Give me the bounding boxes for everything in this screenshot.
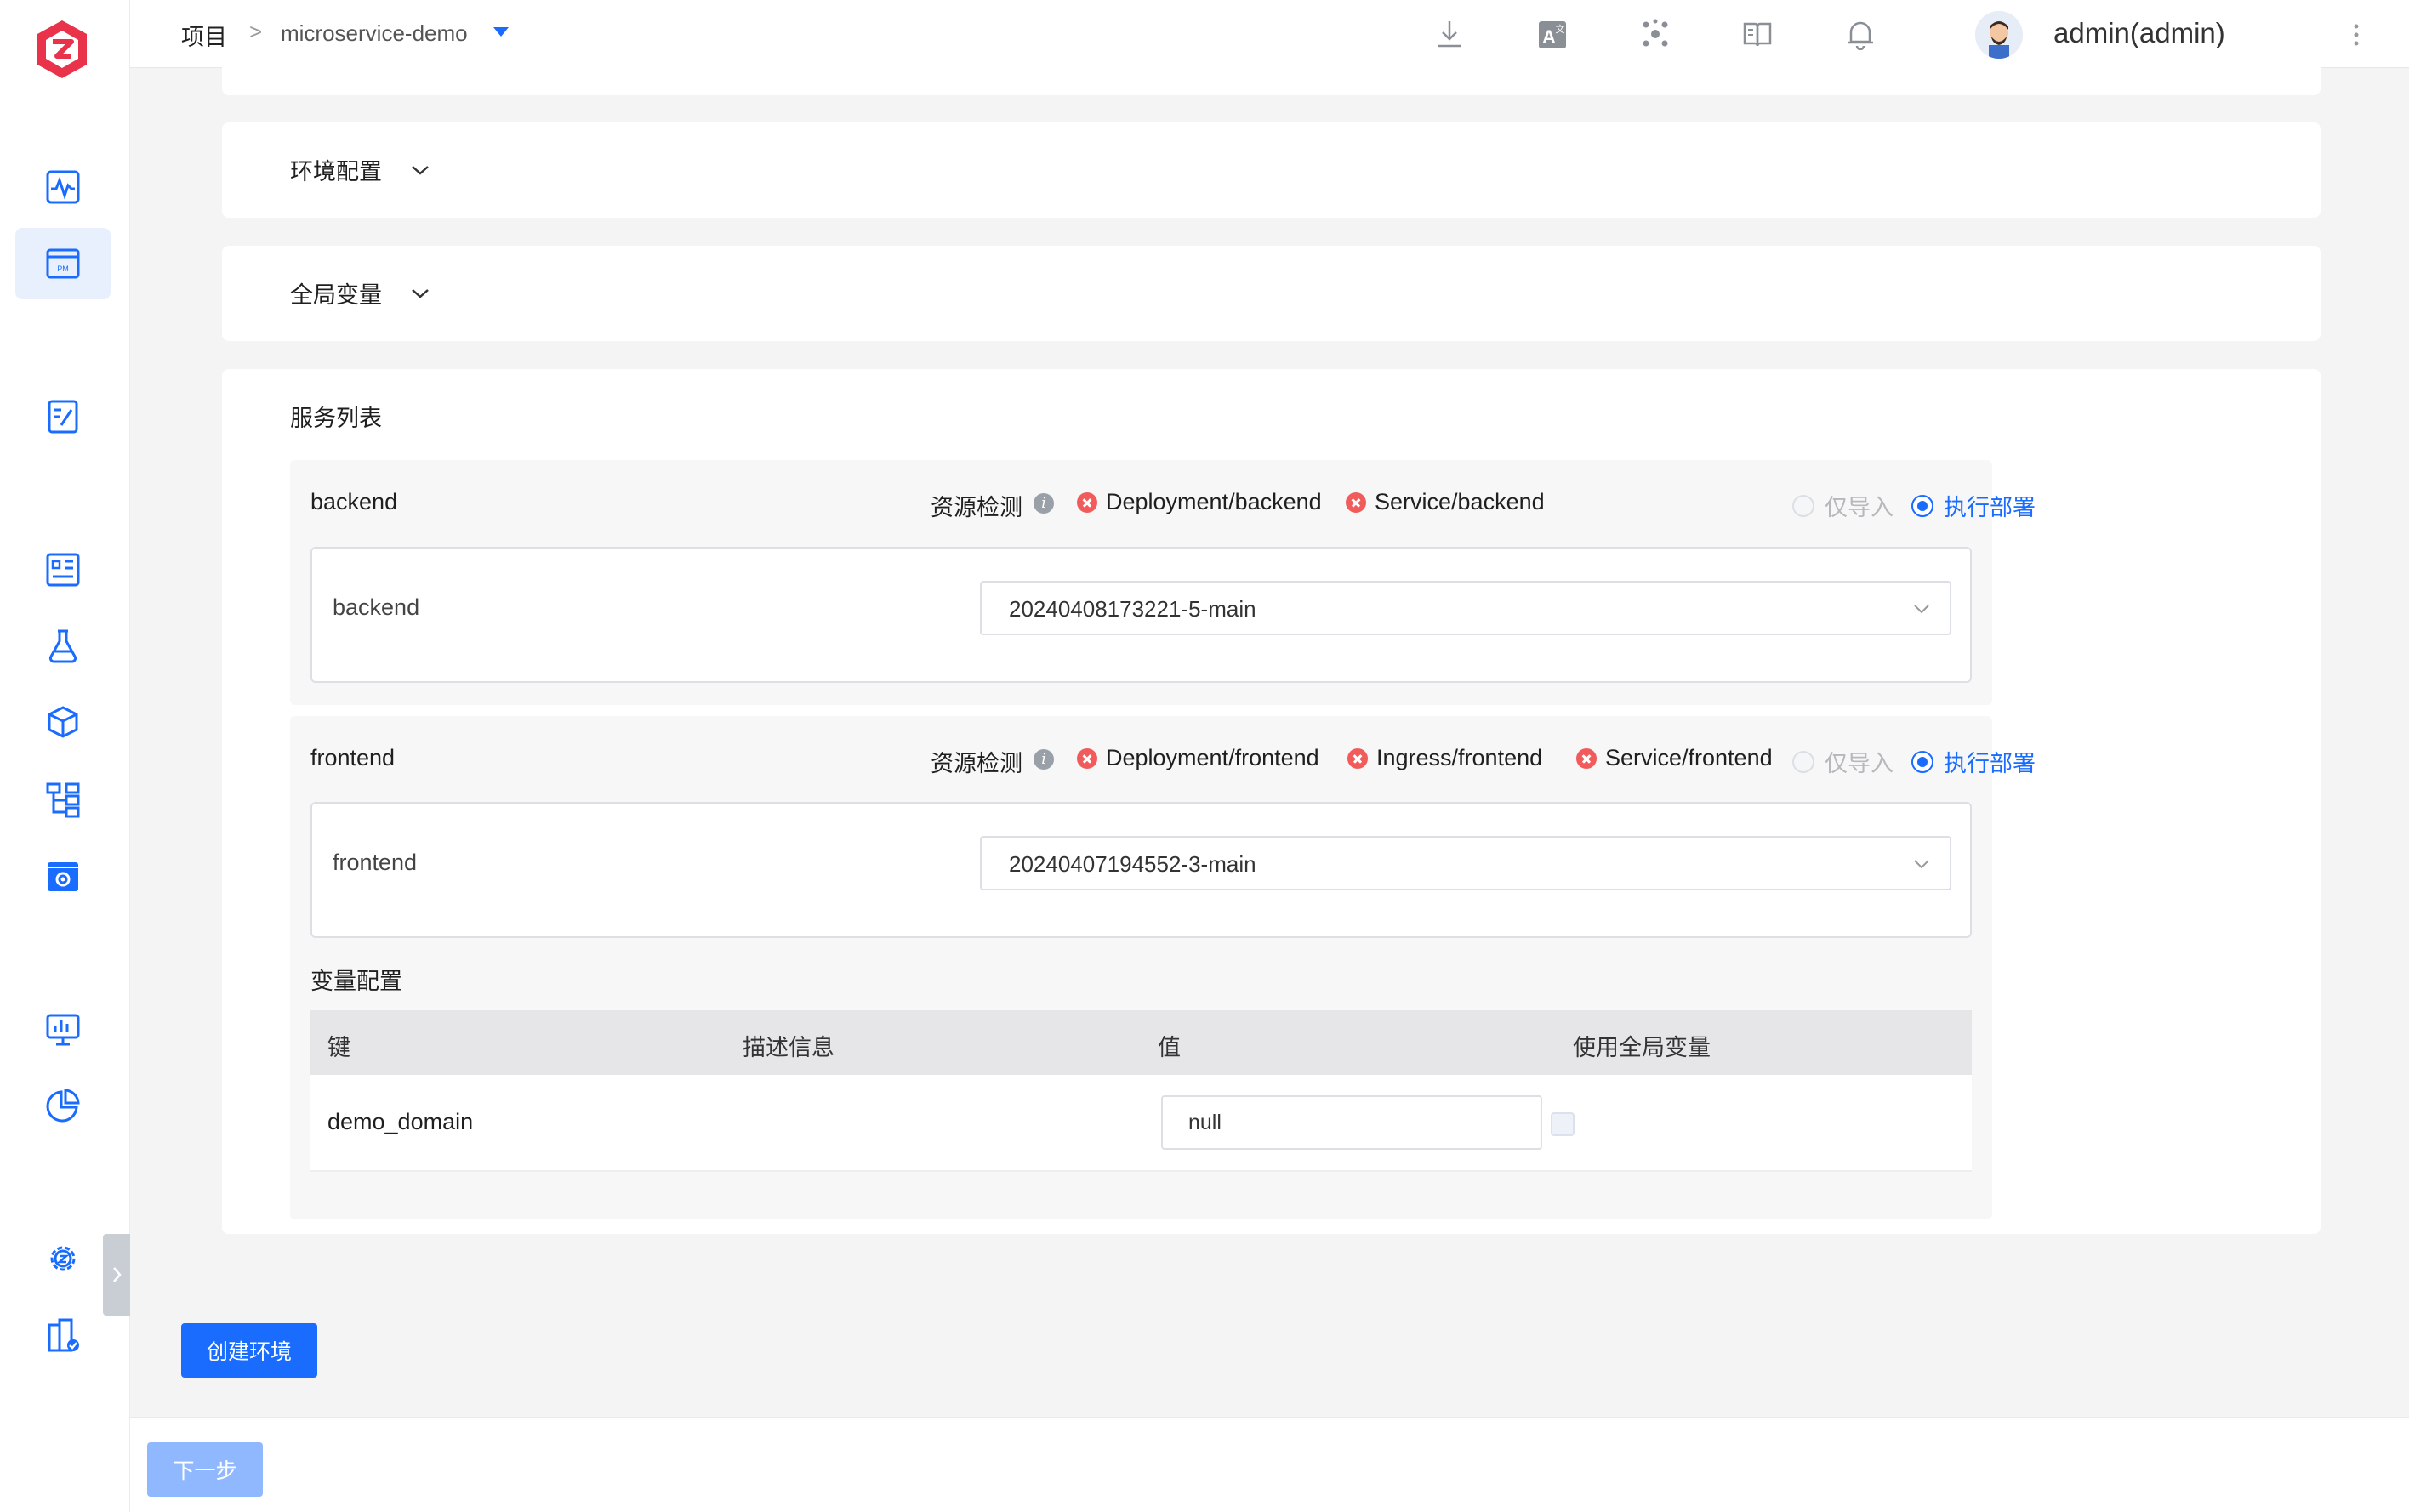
gear-icon[interactable] (15, 1223, 111, 1294)
image-tag-select[interactable]: 20240408173221-5-main (980, 581, 1951, 635)
service-name: frontend (310, 745, 396, 770)
breadcrumb-root[interactable]: 项目 (181, 19, 227, 52)
radio-execute-deploy[interactable]: 执行部署 (1911, 489, 2036, 522)
resource-status-item: Ingress/frontend (1347, 745, 1542, 771)
more-menu-icon[interactable] (2352, 22, 2361, 48)
package-icon[interactable] (15, 687, 111, 759)
component-name: backend (333, 594, 420, 620)
var-config-title: 变量配置 (310, 969, 402, 994)
component-row: frontend 20240407194552-3-main (310, 802, 1972, 938)
chevron-right-icon (113, 1267, 122, 1282)
image-tag-value: 20240408173221-5-main (1009, 596, 1256, 622)
chevron-down-icon (1914, 860, 1929, 869)
monitor-wave-icon[interactable] (15, 151, 111, 223)
env-config-title[interactable]: 环境配置 (290, 153, 382, 186)
workflow-icon[interactable] (15, 764, 111, 835)
service-block-backend: backend 资源检测 i Deployment/backend Servic… (290, 460, 2036, 705)
info-icon[interactable]: i (1034, 493, 1054, 514)
create-env-button[interactable]: 创建环境 (181, 1323, 317, 1378)
svg-text:PM: PM (57, 264, 69, 273)
resource-status-item: Service/backend (1346, 489, 1545, 515)
footer-bar (130, 1417, 2409, 1512)
component-row: backend 20240408173221-5-main (310, 547, 1972, 683)
top-header: 项目 > microservice-demo A文 admin(admin) (130, 0, 2409, 68)
resource-check-label: 资源检测 (931, 751, 1022, 776)
radio-dot (1792, 750, 1814, 773)
image-tag-value: 20240407194552-3-main (1009, 851, 1256, 877)
var-value-input[interactable] (1161, 1095, 1542, 1150)
error-icon (1346, 492, 1366, 513)
book-icon[interactable] (1739, 15, 1776, 53)
use-global-var-checkbox[interactable] (1551, 1112, 1575, 1136)
resource-status-item: Service/frontend (1576, 745, 1773, 771)
component-name: frontend (333, 850, 418, 875)
previous-card (222, 60, 2321, 95)
app-logo[interactable] (34, 19, 90, 80)
service-list-card: 服务列表 backend 资源检测 i Deployment/backend S… (222, 369, 2321, 1234)
resource-check-label: 资源检测 (931, 495, 1022, 520)
global-vars-card[interactable]: 全局变量 (222, 246, 2321, 341)
error-icon (1077, 747, 1097, 769)
report-icon[interactable] (15, 534, 111, 605)
radio-import-only[interactable]: 仅导入 (1792, 489, 1894, 522)
download-icon[interactable] (1431, 15, 1468, 53)
project-pm-icon[interactable]: PM (15, 228, 111, 299)
column-header-key: 键 (327, 1035, 350, 1060)
global-vars-title[interactable]: 全局变量 (290, 276, 382, 310)
info-icon[interactable]: i (1034, 749, 1054, 770)
error-icon (1077, 492, 1097, 513)
column-header-value: 值 (1158, 1035, 1181, 1060)
radio-import-only[interactable]: 仅导入 (1792, 745, 1894, 778)
sidebar: PM (0, 0, 130, 1512)
image-tag-select[interactable]: 20240407194552-3-main (980, 836, 1951, 890)
table-row: demo_domain (310, 1075, 1972, 1172)
username[interactable]: admin(admin) (2053, 17, 2225, 49)
service-name: backend (310, 489, 398, 514)
building-check-icon[interactable] (15, 1299, 111, 1371)
table-header: 键 描述信息 值 使用全局变量 (310, 1010, 1972, 1075)
flask-icon[interactable] (15, 611, 111, 682)
service-block-frontend: frontend 资源检测 i Deployment/frontend Ingr… (290, 716, 2036, 1219)
cluster-icon[interactable] (1637, 15, 1674, 53)
document-edit-icon[interactable] (15, 381, 111, 452)
service-list-title: 服务列表 (290, 406, 382, 431)
settings-box-icon[interactable] (15, 840, 111, 912)
sidebar-collapse-handle[interactable] (103, 1234, 130, 1316)
radio-dot (1911, 750, 1933, 773)
chevron-down-icon (1914, 605, 1929, 614)
error-icon (1347, 747, 1368, 769)
column-header-use-global: 使用全局变量 (1573, 1035, 1711, 1060)
breadcrumb-separator: > (249, 19, 263, 44)
svg-text:文: 文 (1556, 23, 1565, 35)
dashboard-icon[interactable] (15, 993, 111, 1065)
caret-down-icon[interactable] (493, 27, 509, 37)
bell-icon[interactable] (1842, 15, 1879, 53)
chevron-down-icon[interactable] (409, 287, 431, 300)
radio-dot (1911, 494, 1933, 517)
svg-text:A: A (1542, 26, 1556, 48)
next-step-button[interactable]: 下一步 (147, 1442, 263, 1497)
env-config-card[interactable]: 环境配置 (222, 122, 2321, 218)
var-key: demo_domain (327, 1109, 474, 1134)
radio-execute-deploy[interactable]: 执行部署 (1911, 745, 2036, 778)
column-header-description: 描述信息 (743, 1035, 834, 1060)
resource-status-item: Deployment/backend (1077, 489, 1322, 515)
avatar[interactable] (1975, 11, 2023, 59)
error-icon (1576, 747, 1597, 769)
breadcrumb-project[interactable]: microservice-demo (281, 20, 468, 47)
radio-dot (1792, 494, 1814, 517)
resource-status-item: Deployment/frontend (1077, 745, 1319, 771)
translate-icon[interactable]: A文 (1534, 15, 1571, 53)
pie-chart-icon[interactable] (15, 1070, 111, 1141)
chevron-down-icon[interactable] (409, 163, 431, 177)
